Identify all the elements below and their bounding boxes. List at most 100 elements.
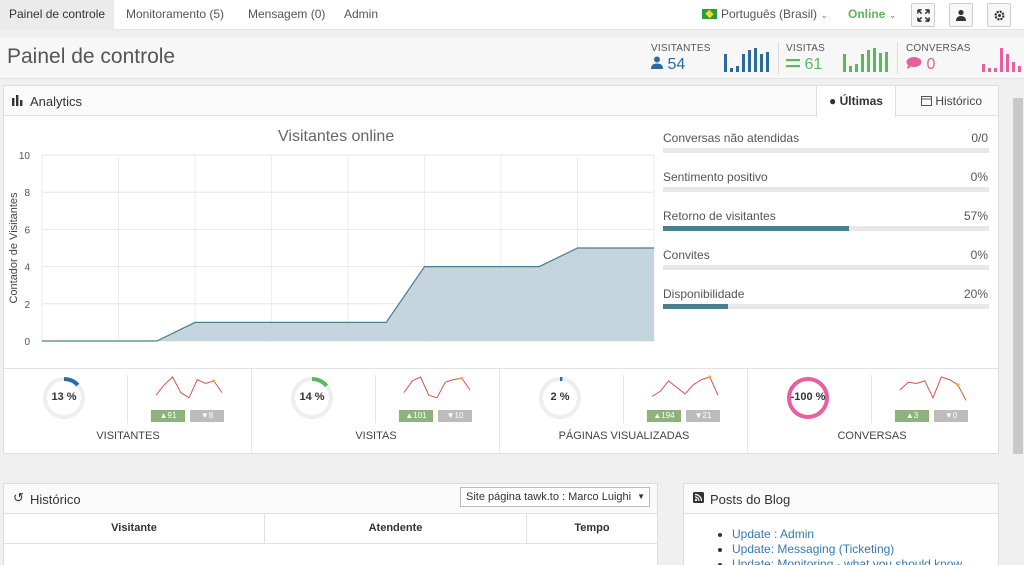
column-agent[interactable]: Atendente [265,514,527,543]
profile-button[interactable] [949,3,973,27]
stat-value: 0 [926,56,936,73]
y-tick-label: 4 [24,263,30,274]
fullscreen-button[interactable] [911,3,935,27]
blog-post-link[interactable]: Update: Messaging (Ticketing) [718,542,962,557]
kpi-sparkline [651,375,719,397]
settings-button[interactable] [987,3,1011,27]
calendar-icon [921,96,932,106]
metric-label: Sentimento positivo [663,170,768,184]
blog-post-link[interactable]: Update: Monitoring - what you should kno… [718,557,962,565]
nav-item-messages[interactable]: Mensagem (0) [239,0,334,30]
stat-visitors: VISITANTES 54 [651,43,711,74]
nav-item-admin[interactable]: Admin [335,0,387,30]
user-icon [956,9,966,21]
sparkline-point [212,379,216,383]
y-tick-label: 10 [19,151,31,162]
blog-post-link[interactable]: Update : Admin [718,527,962,542]
tab-label: Últimas [839,94,883,108]
chat-icon [906,57,922,69]
gear-icon [993,10,1005,21]
column-time[interactable]: Tempo [527,514,657,543]
y-axis-label: Contador de Visitantes [8,192,20,304]
kpi-sparkline [899,376,967,401]
brazil-flag-icon [702,9,717,19]
analytics-panel-header: Analytics ● Últimas Histórico [4,86,998,117]
kpi-up-badge: ▲194 [647,410,681,422]
nav-item-dashboard[interactable]: Painel de controle [0,0,115,30]
bar-chart-icon [12,95,23,106]
sparkline-path [651,376,719,397]
status-dropdown[interactable]: Online ⌄ [848,0,896,30]
kpi-card: 2 % ▲194 ▼21 PÁGINAS VISUALIZADAS [500,369,748,454]
kpi-card: 13 % ▲91 ▼8 VISITANTES [4,369,252,454]
metric-progress-bar [663,226,989,231]
caret-down-icon: ▼ [637,492,645,501]
kpi-row: 13 % ▲91 ▼8 VISITANTES 14 % ▲101 ▼10 VISITAS 2 %… [4,368,998,454]
stat-value: 61 [804,56,823,73]
stat-label: VISITANTES [651,43,711,54]
chevron-down-icon: ⌄ [820,10,828,20]
blog-post-list: Update : Admin Update: Messaging (Ticket… [718,527,962,565]
blog-panel-header: Posts do Blog [684,484,998,514]
y-tick-label: 6 [24,225,30,236]
metric-progress-bar [663,148,989,153]
sparkline-point [708,375,712,379]
column-visitor[interactable]: Visitante [4,514,265,543]
user-icon [651,56,663,69]
metric-progress-bar [663,265,989,270]
kpi-up-badge: ▲91 [151,410,185,422]
metric-progress-fill [663,304,729,309]
sparkline-path [403,376,471,399]
page-title: Painel de controle [7,45,176,68]
kpi-up-badge: ▲101 [399,410,433,422]
metric-value: 0% [970,170,988,184]
analytics-title: Analytics [30,94,83,109]
metric-label: Disponibilidade [663,287,745,301]
metric-label: Convites [663,248,710,262]
y-tick-label: 8 [24,188,30,199]
kpi-caption: VISITANTES [96,430,160,442]
kpi-percent: 13 % [51,391,77,403]
tab-latest[interactable]: ● Últimas [816,86,896,117]
blog-title: Posts do Blog [710,492,791,507]
kpi-down-badge: ▼0 [934,410,968,422]
stat-visits: VISITAS 61 [786,43,825,74]
site-select-value: Site página tawk.to : Marco Luighi [466,491,632,503]
metric-value: 0% [970,248,988,262]
kpi-up-badge: ▲3 [895,410,929,422]
nav-item-monitoring[interactable]: Monitoramento (5) [117,0,233,30]
tab-history[interactable]: Histórico [909,86,994,116]
kpi-card: -100 % ▲3 ▼0 CONVERSAS [748,369,996,454]
kpi-sparkline [155,376,223,399]
y-tick-label: 0 [24,337,30,348]
kpi-percent: 2 % [550,391,570,403]
site-select[interactable]: Site página tawk.to : Marco Luighi ▼ [460,487,650,507]
scrollbar-thumb[interactable] [1013,98,1023,454]
kpi-down-badge: ▼8 [190,410,224,422]
metric-value: 20% [963,287,988,301]
sparkline-path [155,376,223,399]
kpi-down-badge: ▼21 [686,410,720,422]
visitors-mini-chart [724,48,769,72]
stat-label: CONVERSAS [906,43,971,54]
stat-value: 54 [667,56,686,73]
kpi-sparkline [403,376,471,399]
metric-progress-bar [663,187,989,192]
metric-progress-fill [663,226,849,231]
history-title: Histórico [30,492,81,507]
stat-label: VISITAS [786,43,826,54]
chevron-down-icon: ⌄ [888,10,897,20]
sparkline-point [460,376,464,380]
language-dropdown[interactable]: Português (Brasil) ⌄ [702,0,828,30]
kpi-down-badge: ▼10 [438,410,472,422]
metric-value: 0/0 [971,131,988,145]
kpi-percent: 14 % [299,391,325,403]
bars-icon [786,59,800,68]
language-label: Português (Brasil) [721,7,818,21]
kpi-card: 14 % ▲101 ▼10 VISITAS [252,369,500,454]
stat-conversations: CONVERSAS 0 [906,43,971,74]
sparkline-path [899,376,967,401]
dashboard-icon: ● [829,94,837,108]
rss-icon [693,492,704,506]
visits-mini-chart [843,48,888,72]
